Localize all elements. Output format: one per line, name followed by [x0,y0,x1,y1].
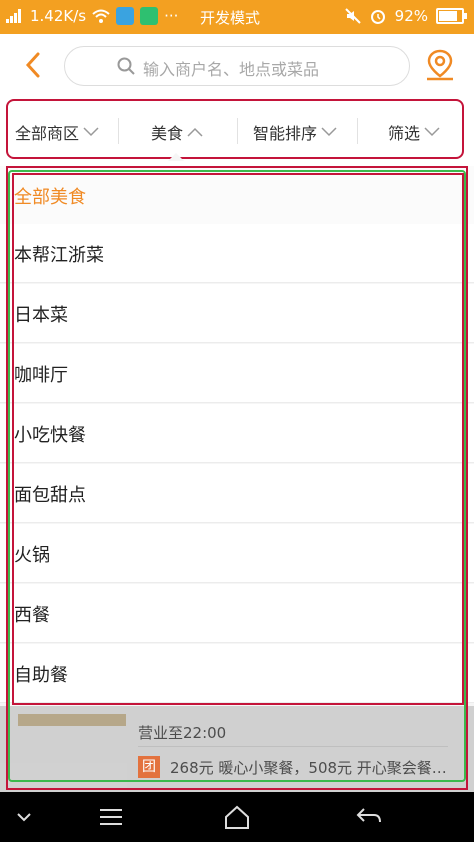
alarm-icon [370,10,385,24]
search-placeholder: 输入商户名、地点或菜品 [143,60,320,79]
group-deal-badge: 团 [138,756,160,778]
battery-percent: 92% [394,7,428,25]
app-notification-icon [116,7,135,25]
category-item[interactable]: 面包甜点 [0,464,474,523]
category-item-all[interactable]: 全部美食 [0,166,474,225]
mute-icon [344,8,361,24]
back-arrow-icon[interactable] [20,50,48,80]
category-item[interactable]: 咖啡厅 [0,344,474,403]
category-item[interactable]: 自助餐 [0,644,474,703]
battery-icon [436,8,467,24]
map-pin-icon[interactable] [424,48,456,82]
category-item[interactable]: 小吃快餐 [0,404,474,463]
listing-deal-text: 268元 暖心小聚餐，508元 开心聚会餐… [170,759,447,777]
dropdown-pointer [168,153,184,161]
filter-highlight-box [6,99,464,159]
top-header: 输入商户名、地点或菜品 [0,34,474,96]
category-item[interactable]: 火锅 [0,524,474,583]
wifi-icon [92,9,110,23]
search-icon [117,57,135,75]
background-listing: 营业至22:00 团 268元 暖心小聚餐，508元 开心聚会餐… [0,706,474,792]
chevron-down-icon[interactable] [12,804,36,830]
app-notification-icon-2 [140,7,159,25]
home-icon[interactable] [222,804,252,830]
category-item[interactable]: 日本菜 [0,284,474,343]
developer-mode-label: 开发模式 [200,9,261,27]
listing-hours: 营业至22:00 [138,724,227,742]
search-input[interactable]: 输入商户名、地点或菜品 [64,46,410,86]
network-speed: 1.42K/s [30,7,87,25]
menu-icon[interactable] [96,804,126,830]
status-bar: 1.42K/s ··· 开发模式 92% [0,0,474,34]
category-item[interactable]: 西餐 [0,584,474,643]
filter-bar: 全部商区 美食 智能排序 筛选 [0,96,474,166]
category-dropdown: 全部美食 本帮江浙菜 日本菜 咖啡厅 小吃快餐 面包甜点 火锅 西餐 自助餐 营… [0,166,474,792]
back-icon[interactable] [354,804,384,830]
signal-icon [6,9,24,23]
more-notifications-icon: ··· [164,7,179,25]
system-nav-bar [0,792,474,842]
listing-thumbnail [18,714,126,726]
category-item[interactable]: 本帮江浙菜 [0,224,474,283]
